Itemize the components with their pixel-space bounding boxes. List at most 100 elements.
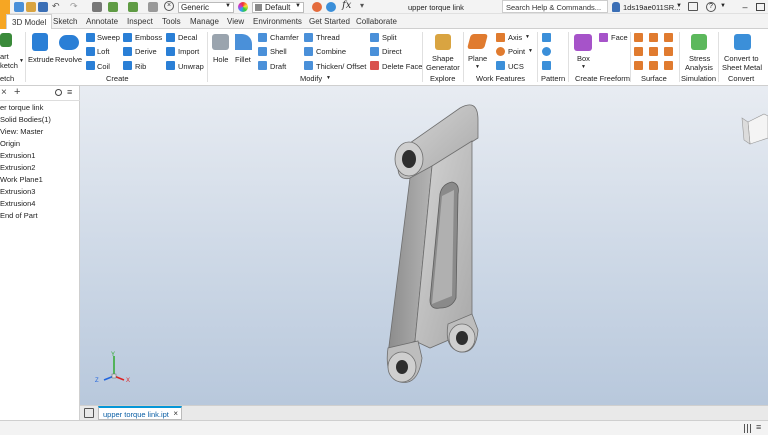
modify-group-label[interactable]: Modify bbox=[300, 74, 322, 83]
stress-analysis-button[interactable]: Stress Analysis bbox=[681, 31, 717, 72]
chevron-down-icon[interactable]: ▼ bbox=[19, 58, 24, 64]
tab-inspect[interactable]: Inspect bbox=[127, 17, 153, 26]
decal-label[interactable]: Decal bbox=[178, 33, 197, 42]
box-button[interactable]: Box ▼ bbox=[571, 31, 597, 71]
surface-sculpt-icon[interactable] bbox=[649, 61, 658, 70]
parameters-icon[interactable]: fx bbox=[342, 0, 351, 11]
thicken-label[interactable]: Thicken/ Offset bbox=[316, 62, 366, 71]
coil-label[interactable]: Coil bbox=[97, 62, 110, 71]
appearance-select[interactable]: Generic ▼ bbox=[178, 2, 234, 13]
tab-environments[interactable]: Environments bbox=[253, 17, 302, 26]
emboss-label[interactable]: Emboss bbox=[135, 33, 162, 42]
thread-icon[interactable] bbox=[304, 33, 313, 42]
face-icon[interactable] bbox=[599, 33, 608, 42]
search-icon[interactable] bbox=[55, 89, 62, 96]
tab-get-started[interactable]: Get Started bbox=[309, 17, 350, 26]
derive-icon[interactable] bbox=[123, 47, 132, 56]
adjust-icon[interactable] bbox=[312, 2, 322, 12]
direct-label[interactable]: Direct bbox=[382, 47, 402, 56]
rib-label[interactable]: Rib bbox=[135, 62, 146, 71]
surface-boundary-icon[interactable] bbox=[664, 61, 673, 70]
derive-label[interactable]: Derive bbox=[135, 47, 157, 56]
help-icon[interactable]: ? bbox=[706, 2, 716, 12]
measure-icon[interactable] bbox=[148, 2, 158, 12]
delete-face-label[interactable]: Delete Face bbox=[382, 62, 422, 71]
surface-ruled-icon[interactable] bbox=[634, 61, 643, 70]
minimize-button[interactable]: – bbox=[740, 2, 750, 12]
rectangular-pattern-icon[interactable] bbox=[542, 33, 551, 42]
tree-item-solid-bodies[interactable]: Solid Bodies(1) bbox=[0, 115, 51, 124]
tab-sketch[interactable]: Sketch bbox=[53, 17, 77, 26]
shell-icon[interactable] bbox=[258, 47, 267, 56]
menu-icon[interactable]: ≡ bbox=[67, 88, 72, 97]
redo-icon[interactable]: ↷ bbox=[70, 1, 78, 12]
search-box[interactable]: Search Help & Commands... bbox=[502, 0, 608, 13]
direct-icon[interactable] bbox=[370, 47, 379, 56]
import-label[interactable]: Import bbox=[178, 47, 199, 56]
circular-pattern-icon[interactable] bbox=[542, 47, 551, 56]
tree-item-extrusion1[interactable]: Extrusion1 bbox=[0, 151, 35, 160]
split-icon[interactable] bbox=[370, 33, 379, 42]
more-icon[interactable]: ▾ bbox=[360, 1, 364, 10]
chamfer-icon[interactable] bbox=[258, 33, 267, 42]
extrude-button[interactable]: Extrude bbox=[28, 31, 54, 71]
split-label[interactable]: Split bbox=[382, 33, 397, 42]
tree-item-view[interactable]: View: Master bbox=[0, 127, 43, 136]
thicken-icon[interactable] bbox=[304, 61, 313, 70]
surface-extend-icon[interactable] bbox=[649, 47, 658, 56]
decal-icon[interactable] bbox=[166, 33, 175, 42]
start-sketch-button[interactable]: art ketch bbox=[0, 31, 20, 71]
ucs-icon[interactable] bbox=[496, 61, 505, 70]
select-icon[interactable] bbox=[128, 2, 138, 12]
draft-icon[interactable] bbox=[258, 61, 267, 70]
shape-generator-button[interactable]: Shape Generator bbox=[424, 31, 462, 72]
tree-item-end-of-part[interactable]: End of Part bbox=[0, 211, 38, 220]
unwrap-label[interactable]: Unwrap bbox=[178, 62, 204, 71]
draft-label[interactable]: Draft bbox=[270, 62, 286, 71]
graphics-viewport[interactable]: Y X Z bbox=[80, 86, 768, 405]
maximize-button[interactable] bbox=[756, 3, 765, 11]
ucs-label[interactable]: UCS bbox=[508, 62, 524, 71]
coil-icon[interactable] bbox=[86, 61, 95, 70]
rib-icon[interactable] bbox=[123, 61, 132, 70]
color-wheel-icon[interactable] bbox=[238, 2, 248, 12]
point-label[interactable]: Point bbox=[508, 47, 525, 56]
axis-label[interactable]: Axis bbox=[508, 33, 522, 42]
surface-thicken-icon[interactable] bbox=[634, 33, 643, 42]
close-icon[interactable]: × bbox=[173, 409, 178, 418]
chevron-down-icon[interactable]: ▼ bbox=[326, 75, 331, 81]
surface-stitch-icon[interactable] bbox=[649, 33, 658, 42]
emboss-icon[interactable] bbox=[123, 33, 132, 42]
save-icon[interactable] bbox=[38, 2, 48, 12]
delete-face-icon[interactable] bbox=[370, 61, 379, 70]
combine-label[interactable]: Combine bbox=[316, 47, 346, 56]
combine-icon[interactable] bbox=[304, 47, 313, 56]
mirror-icon[interactable] bbox=[542, 61, 551, 70]
tab-collaborate[interactable]: Collaborate bbox=[356, 17, 397, 26]
document-tab[interactable]: upper torque link.ipt × bbox=[98, 406, 182, 420]
chevron-down-icon[interactable]: ▼ bbox=[525, 34, 530, 40]
appearance-editor-icon[interactable] bbox=[326, 2, 336, 12]
tab-view[interactable]: View bbox=[227, 17, 244, 26]
new-file-icon[interactable] bbox=[14, 2, 24, 12]
open-file-icon[interactable] bbox=[26, 2, 36, 12]
home-icon[interactable] bbox=[84, 408, 94, 418]
tree-item-extrusion2[interactable]: Extrusion2 bbox=[0, 163, 35, 172]
tab-3d-model[interactable]: 3D Model bbox=[6, 14, 53, 29]
user-icon[interactable] bbox=[612, 2, 620, 12]
tab-annotate[interactable]: Annotate bbox=[86, 17, 118, 26]
import-icon[interactable] bbox=[166, 47, 175, 56]
axis-icon[interactable] bbox=[496, 33, 505, 42]
surface-replace-icon[interactable] bbox=[664, 47, 673, 56]
chamfer-label[interactable]: Chamfer bbox=[270, 33, 299, 42]
return-icon[interactable] bbox=[108, 2, 118, 12]
tab-tools[interactable]: Tools bbox=[162, 17, 181, 26]
chevron-down-icon[interactable]: ▼ bbox=[528, 48, 533, 54]
app-menu-icon[interactable] bbox=[0, 0, 10, 14]
status-menu-icon[interactable]: ≡ bbox=[756, 423, 761, 432]
tab-manage[interactable]: Manage bbox=[190, 17, 219, 26]
loft-icon[interactable] bbox=[86, 47, 95, 56]
chevron-down-icon[interactable]: ▼ bbox=[720, 3, 726, 9]
viewcube[interactable] bbox=[741, 113, 768, 145]
tree-item-extrusion4[interactable]: Extrusion4 bbox=[0, 199, 35, 208]
